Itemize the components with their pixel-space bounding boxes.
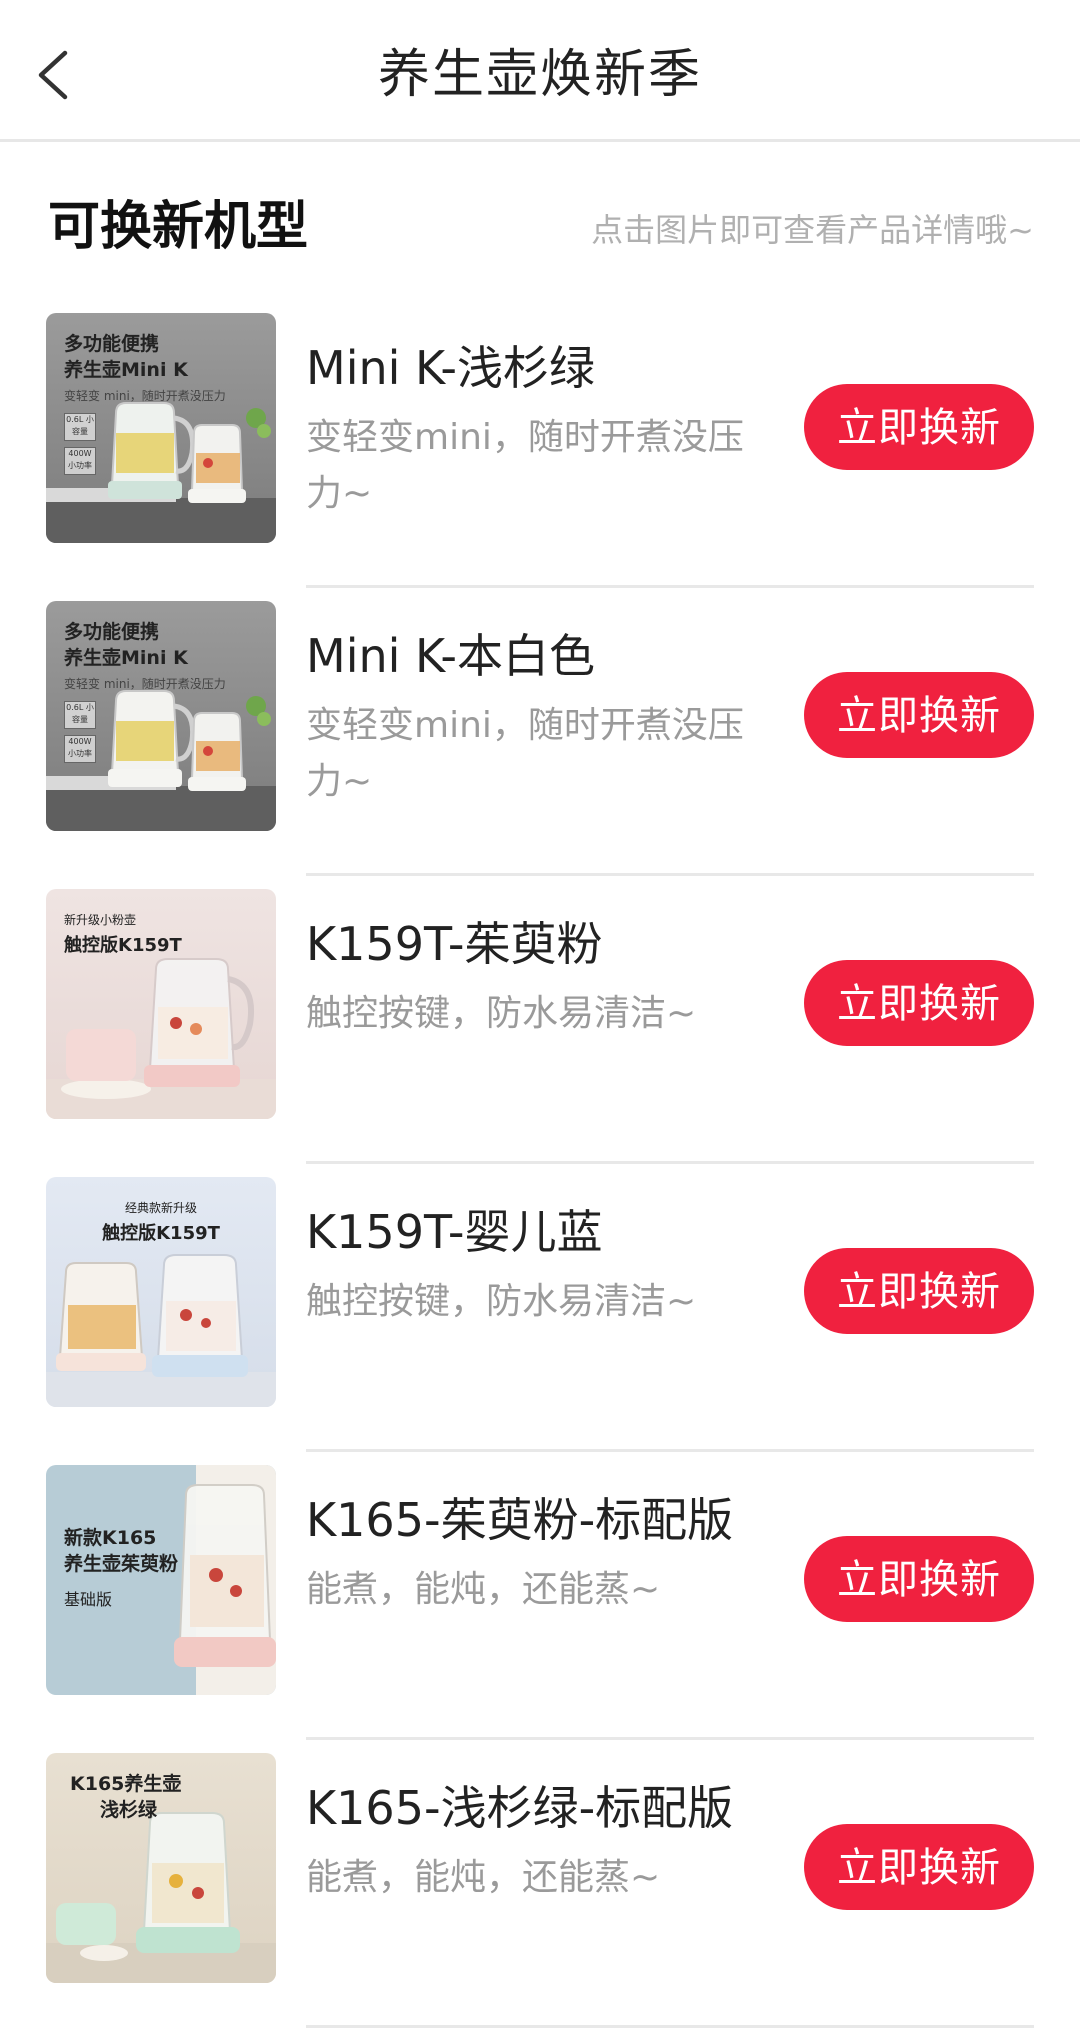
product-desc: 触控按键，防水易清洁~ [306, 1281, 697, 1322]
swap-now-button[interactable]: 立即换新 [804, 1824, 1034, 1910]
swap-now-button[interactable]: 立即换新 [804, 672, 1034, 758]
product-name: K165-茱萸粉-标配版 [306, 1493, 734, 1547]
product-name: K159T-婴儿蓝 [306, 1205, 603, 1259]
swap-now-button[interactable]: 立即换新 [804, 1248, 1034, 1334]
product-row: 新升级小粉壶 触控版K159T K159T-茱萸粉 触控按键，防水易清洁~ 立即… [0, 876, 1080, 1164]
power-badge: 400W 小功率 [64, 735, 96, 763]
product-image[interactable]: 经典款新升级 触控版K159T [46, 1177, 276, 1407]
section-hint: 点击图片即可查看产品详情哦~ [591, 211, 1034, 249]
thumb-caption: 多功能便携 养生壶Mini K 变轻变 mini，随时开煮没压力 [64, 621, 226, 691]
product-desc: 能煮，能炖，还能蒸~ [306, 1569, 661, 1610]
product-desc: 能煮，能炖，还能蒸~ [306, 1857, 661, 1898]
product-name: Mini K-浅杉绿 [306, 341, 595, 395]
page: 养生壶焕新季 可换新机型 点击图片即可查看产品详情哦~ 多功能便携 养生壶Min… [0, 0, 1080, 2039]
product-desc: 触控按键，防水易清洁~ [306, 993, 697, 1034]
swap-now-button[interactable]: 立即换新 [804, 1536, 1034, 1622]
product-desc: 变轻变mini，随时开煮没压力~ [306, 705, 744, 802]
swap-now-button[interactable]: 立即换新 [804, 960, 1034, 1046]
product-name: K159T-茱萸粉 [306, 917, 603, 971]
thumb-caption: 经典款新升级 触控版K159T [102, 1201, 220, 1244]
thumb-caption: K165养生壶 浅杉绿 [70, 1773, 182, 1821]
product-desc: 变轻变mini，随时开煮没压力~ [306, 417, 744, 514]
product-row: 多功能便携 养生壶Mini K 变轻变 mini，随时开煮没压力 0.6L 小容… [0, 300, 1080, 588]
top-nav-bar: 养生壶焕新季 [0, 0, 1080, 142]
product-image[interactable]: 新升级小粉壶 触控版K159T [46, 889, 276, 1119]
swap-now-button[interactable]: 立即换新 [804, 384, 1034, 470]
product-name: K165-浅杉绿-标配版 [306, 1781, 734, 1835]
thumb-caption: 新款K165 养生壶茱萸粉 基础版 [64, 1527, 179, 1609]
page-title: 养生壶焕新季 [377, 45, 702, 105]
row-divider [306, 2025, 1034, 2028]
product-image[interactable]: 多功能便携 养生壶Mini K 变轻变 mini，随时开煮没压力 0.6L 小容… [46, 313, 276, 543]
product-row: 多功能便携 养生壶Mini K 变轻变 mini，随时开煮没压力 0.6L 小容… [0, 588, 1080, 876]
product-row: K165养生壶 浅杉绿 K165-浅杉绿-标配版 能煮，能炖，还能蒸~ 立即换新 [0, 1740, 1080, 2028]
capacity-badge: 0.6L 小容量 [64, 701, 96, 729]
product-row: 经典款新升级 触控版K159T K159T-婴儿蓝 触控按键，防水易清洁~ 立即… [0, 1164, 1080, 1452]
product-row: 新款K165 养生壶茱萸粉 基础版 K165-茱萸粉-标配版 能煮，能炖，还能蒸… [0, 1452, 1080, 1740]
thumb-caption: 新升级小粉壶 触控版K159T [64, 913, 182, 956]
power-badge: 400W 小功率 [64, 447, 96, 475]
product-name: Mini K-本白色 [306, 629, 595, 683]
section-title: 可换新机型 [48, 197, 309, 257]
product-image[interactable]: 多功能便携 养生壶Mini K 变轻变 mini，随时开煮没压力 0.6L 小容… [46, 601, 276, 831]
product-image[interactable]: 新款K165 养生壶茱萸粉 基础版 [46, 1465, 276, 1695]
product-image[interactable]: K165养生壶 浅杉绿 [46, 1753, 276, 1983]
capacity-badge: 0.6L 小容量 [64, 413, 96, 441]
thumb-caption: 多功能便携 养生壶Mini K 变轻变 mini，随时开煮没压力 [64, 333, 226, 403]
